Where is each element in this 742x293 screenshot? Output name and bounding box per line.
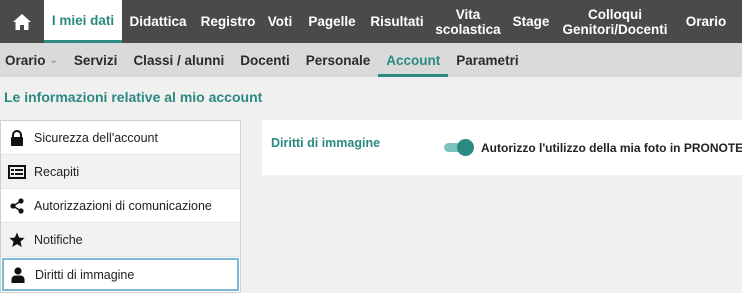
lock-icon [7, 129, 27, 147]
topnav-item-pagelle[interactable]: Pagelle [298, 0, 366, 43]
account-menu: Sicurezza dell'account Recapiti Autorizz… [0, 120, 241, 293]
panel-label: Diritti di immagine [271, 136, 381, 150]
sub-navigation: Orario ⌄ Servizi Classi / alunni Docenti… [0, 43, 742, 77]
toggle-knob [457, 139, 474, 156]
photo-consent-toggle[interactable] [442, 139, 474, 156]
menu-item-label: Notifiche [34, 232, 83, 247]
menu-item-label: Diritti di immagine [35, 267, 135, 282]
top-navigation: I miei dati Didattica Registro Voti Page… [0, 0, 742, 43]
page-title: Le informazioni relative al mio account [4, 89, 263, 105]
subnav-item-personale[interactable]: Personale [298, 43, 379, 77]
subnav-item-account[interactable]: Account [378, 43, 449, 77]
subnav-item-classi-alunni[interactable]: Classi / alunni [125, 43, 232, 77]
toggle-label: Autorizzo l'utilizzo della mia foto in P… [481, 141, 742, 155]
home-icon [13, 13, 31, 30]
subnav-item-label: Orario [5, 52, 46, 68]
topnav-item-colloqui[interactable]: Colloqui Genitori/Docenti [554, 0, 676, 43]
topnav-item-stage[interactable]: Stage [508, 0, 554, 43]
star-icon [7, 231, 27, 249]
menu-item-autorizzazioni[interactable]: Autorizzazioni di comunicazione [1, 189, 240, 223]
menu-item-diritti-immagine[interactable]: Diritti di immagine [2, 258, 239, 291]
topnav-item-risultati[interactable]: Risultati [366, 0, 428, 43]
menu-item-sicurezza[interactable]: Sicurezza dell'account [1, 121, 240, 155]
topnav-item-orario[interactable]: Orario [676, 0, 736, 43]
menu-item-label: Sicurezza dell'account [34, 130, 158, 145]
subnav-item-docenti[interactable]: Docenti [232, 43, 298, 77]
user-icon [8, 266, 28, 284]
chevron-down-icon: ⌄ [49, 54, 58, 66]
menu-item-recapiti[interactable]: Recapiti [1, 155, 240, 189]
home-button[interactable] [0, 0, 44, 43]
topnav-item-didattica[interactable]: Didattica [122, 0, 194, 43]
subnav-item-orario[interactable]: Orario ⌄ [0, 43, 66, 77]
image-rights-panel: Diritti di immagine Autorizzo l'utilizzo… [262, 120, 742, 175]
menu-item-notifiche[interactable]: Notifiche [1, 223, 240, 257]
menu-item-label: Recapiti [34, 164, 80, 179]
contact-card-icon [7, 163, 27, 181]
subnav-item-parametri[interactable]: Parametri [448, 43, 526, 77]
subnav-item-servizi[interactable]: Servizi [66, 43, 126, 77]
topnav-item-vita-scolastica[interactable]: Vita scolastica [428, 0, 508, 43]
menu-item-label: Autorizzazioni di comunicazione [34, 198, 212, 213]
topnav-item-registro[interactable]: Registro [194, 0, 262, 43]
share-icon [7, 197, 27, 215]
topnav-item-i-miei-dati[interactable]: I miei dati [44, 0, 122, 43]
topnav-item-voti[interactable]: Voti [262, 0, 298, 43]
